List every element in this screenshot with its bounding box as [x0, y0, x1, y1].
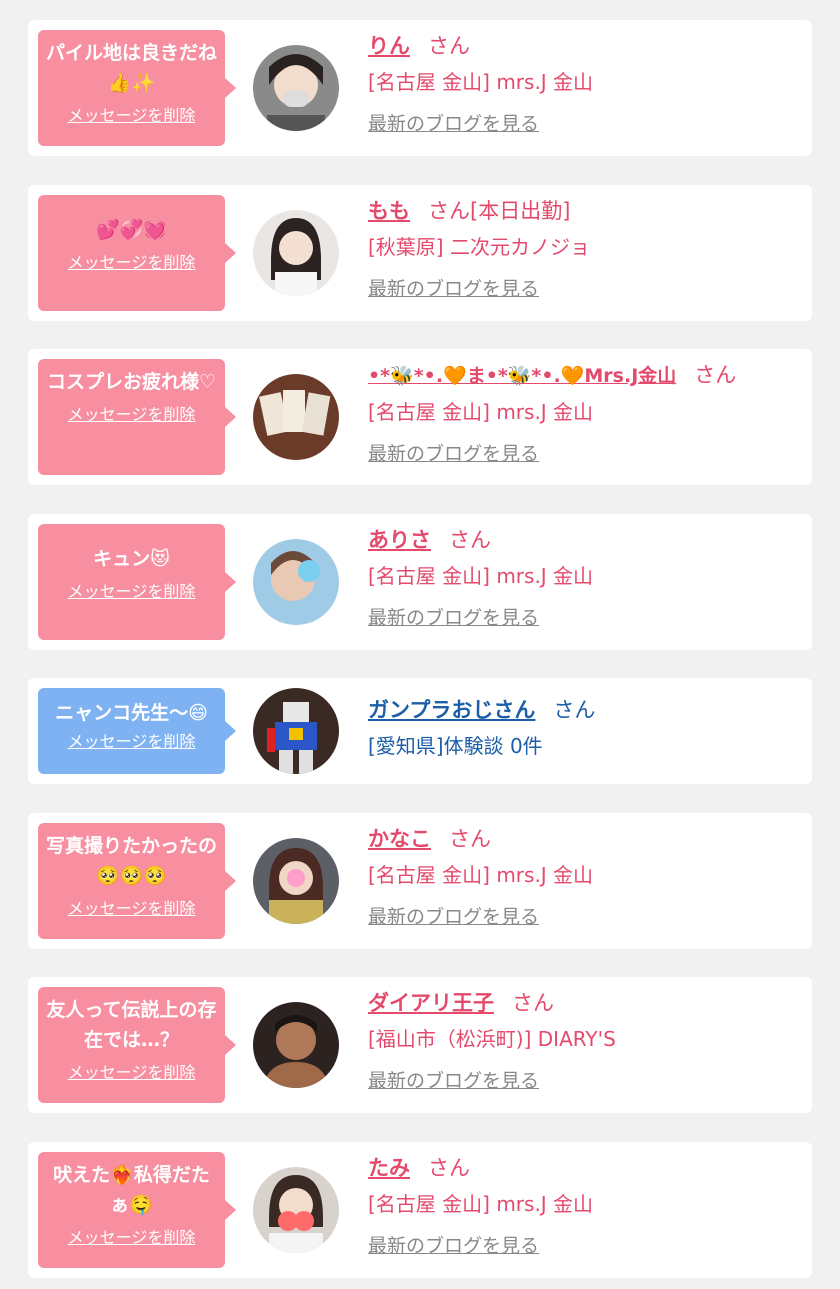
- profile-info: •*🐝*•.🧡ま•*🐝*•.🧡Mrs.J金山 さん [名古屋 金山] mrs.J …: [368, 361, 802, 466]
- message-text: 友人って伝説上の存在では…？: [46, 999, 217, 1051]
- avatar[interactable]: [253, 374, 339, 460]
- message-text: 写真撮りたかったの🥺🥺🥺: [45, 835, 217, 887]
- profile-info: たみ さん [名古屋 金山] mrs.J 金山 最新のブログを見る: [368, 1154, 802, 1258]
- shop-label: [福山市（松浜町)] DIARY'S: [368, 1027, 616, 1051]
- profile-name-link[interactable]: ガンプラおじさん: [368, 698, 535, 722]
- avatar[interactable]: [253, 539, 339, 625]
- shop-label: [名古屋 金山] mrs.J 金山: [368, 564, 594, 588]
- message-text: 吠えた❤️‍🔥私得だたぁ🤤: [53, 1164, 210, 1216]
- message-list: パイル地は良きだね👍✨ メッセージを削除 りん さん [名古屋 金山] mrs.J…: [0, 0, 840, 1289]
- list-item: 💕💞💓 メッセージを削除 もも さん[本日出勤] [秋葉原] 二次元カノジョ 最新…: [28, 185, 812, 321]
- latest-blog-link[interactable]: 最新のブログを見る: [368, 606, 539, 630]
- honorific: さん: [512, 991, 554, 1015]
- delete-message-link[interactable]: メッセージを削除: [68, 899, 196, 919]
- shop-label: [名古屋 金山] mrs.J 金山: [368, 1192, 594, 1216]
- profile-info: りん さん [名古屋 金山] mrs.J 金山 最新のブログを見る: [368, 32, 802, 136]
- list-item: キュン😻 メッセージを削除 ありさ さん [名古屋 金山] mrs.J 金山 最新…: [28, 514, 812, 650]
- message-bubble: 写真撮りたかったの🥺🥺🥺 メッセージを削除: [38, 823, 236, 939]
- latest-blog-link[interactable]: 最新のブログを見る: [368, 112, 539, 136]
- avatar[interactable]: [253, 45, 339, 131]
- latest-blog-link[interactable]: 最新のブログを見る: [368, 277, 539, 301]
- list-item: ニャンコ先生〜😄 メッセージを削除 ガンプラおじさん さん [愛知県]体験談 0件: [28, 678, 812, 784]
- avatar[interactable]: [253, 838, 339, 924]
- profile-info: ありさ さん [名古屋 金山] mrs.J 金山 最新のブログを見る: [368, 526, 802, 630]
- list-item: パイル地は良きだね👍✨ メッセージを削除 りん さん [名古屋 金山] mrs.J…: [28, 20, 812, 156]
- list-item: 友人って伝説上の存在では…？ メッセージを削除 ダイアリ王子 さん [福山市（松浜…: [28, 977, 812, 1113]
- profile-name-link[interactable]: •*🐝*•.🧡ま•*🐝*•.🧡Mrs.J金山: [368, 365, 676, 387]
- message-bubble: キュン😻 メッセージを削除: [38, 524, 236, 640]
- profile-info: かなこ さん [名古屋 金山] mrs.J 金山 最新のブログを見る: [368, 825, 802, 929]
- message-text: キュン😻: [93, 548, 170, 570]
- profile-name-link[interactable]: ダイアリ王子: [368, 991, 494, 1015]
- profile-name-link[interactable]: かなこ: [368, 827, 431, 851]
- message-bubble: 💕💞💓 メッセージを削除: [38, 195, 236, 311]
- latest-blog-link[interactable]: 最新のブログを見る: [368, 442, 539, 466]
- avatar[interactable]: [253, 688, 339, 774]
- delete-message-link[interactable]: メッセージを削除: [68, 106, 196, 126]
- profile-name-link[interactable]: もも: [368, 199, 410, 223]
- profile-name-link[interactable]: たみ: [368, 1156, 410, 1180]
- message-bubble: コスプレお疲れ様♡ メッセージを削除: [38, 359, 236, 475]
- delete-message-link[interactable]: メッセージを削除: [68, 405, 196, 425]
- profile-info: もも さん[本日出勤] [秋葉原] 二次元カノジョ 最新のブログを見る: [368, 197, 802, 301]
- delete-message-link[interactable]: メッセージを削除: [68, 1063, 196, 1083]
- list-item: コスプレお疲れ様♡ メッセージを削除 •*🐝*•.🧡ま•*🐝*•.🧡Mrs.J金…: [28, 349, 812, 485]
- delete-message-link[interactable]: メッセージを削除: [68, 253, 196, 273]
- latest-blog-link[interactable]: 最新のブログを見る: [368, 1234, 539, 1258]
- honorific: さん: [553, 698, 596, 722]
- honorific: さん: [428, 34, 470, 58]
- honorific: さん[本日出勤]: [428, 199, 571, 223]
- honorific: さん: [449, 827, 491, 851]
- latest-blog-link[interactable]: 最新のブログを見る: [368, 1069, 539, 1093]
- avatar[interactable]: [253, 1002, 339, 1088]
- message-bubble: 友人って伝説上の存在では…？ メッセージを削除: [38, 987, 236, 1103]
- message-bubble: パイル地は良きだね👍✨ メッセージを削除: [38, 30, 236, 146]
- profile-info: ガンプラおじさん さん [愛知県]体験談 0件: [368, 696, 802, 760]
- delete-message-link[interactable]: メッセージを削除: [68, 582, 196, 602]
- shop-label: [名古屋 金山] mrs.J 金山: [368, 70, 594, 94]
- message-text: ニャンコ先生〜😄: [55, 702, 208, 724]
- shop-label: [秋葉原] 二次元カノジョ: [368, 235, 590, 259]
- avatar[interactable]: [253, 1167, 339, 1253]
- delete-message-link[interactable]: メッセージを削除: [68, 732, 196, 752]
- message-text: 💕💞💓: [96, 219, 167, 241]
- message-bubble: ニャンコ先生〜😄 メッセージを削除: [38, 688, 236, 774]
- profile-name-link[interactable]: りん: [368, 34, 410, 58]
- honorific: さん: [449, 528, 491, 552]
- message-text: コスプレお疲れ様♡: [46, 371, 217, 393]
- message-bubble: 吠えた❤️‍🔥私得だたぁ🤤 メッセージを削除: [38, 1152, 236, 1268]
- shop-label: [名古屋 金山] mrs.J 金山: [368, 400, 594, 424]
- honorific: さん: [428, 1156, 470, 1180]
- profile-name-link[interactable]: ありさ: [368, 528, 431, 552]
- profile-info: ダイアリ王子 さん [福山市（松浜町)] DIARY'S 最新のブログを見る: [368, 989, 802, 1093]
- delete-message-link[interactable]: メッセージを削除: [68, 1228, 196, 1248]
- latest-blog-link[interactable]: 最新のブログを見る: [368, 905, 539, 929]
- message-text: パイル地は良きだね👍✨: [45, 42, 217, 94]
- avatar[interactable]: [253, 210, 339, 296]
- list-item: 吠えた❤️‍🔥私得だたぁ🤤 メッセージを削除 たみ さん [名古屋 金山] mrs…: [28, 1142, 812, 1278]
- list-item: 写真撮りたかったの🥺🥺🥺 メッセージを削除 かなこ さん [名古屋 金山] mrs…: [28, 813, 812, 949]
- shop-label: [名古屋 金山] mrs.J 金山: [368, 863, 594, 887]
- honorific: さん: [694, 363, 737, 387]
- shop-label: [愛知県]体験談 0件: [368, 734, 543, 758]
